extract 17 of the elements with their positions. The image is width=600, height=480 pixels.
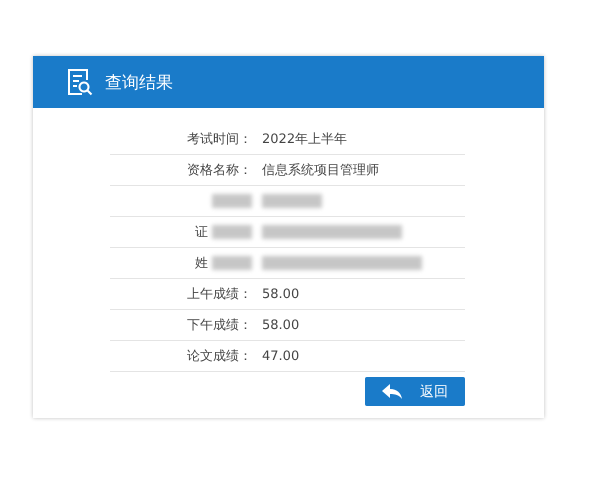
blurred-mark <box>262 194 322 208</box>
back-arrow-icon <box>382 384 402 400</box>
field-label: 资格名称： <box>187 162 252 179</box>
field-label: 考试时间： <box>187 131 252 148</box>
document-search-icon <box>67 68 93 96</box>
field-label: 下午成绩： <box>187 317 252 334</box>
field-value: 58.00 <box>262 318 300 332</box>
field-label: 论文成绩： <box>187 348 252 365</box>
back-button[interactable]: 返回 <box>365 377 465 406</box>
field-label: 上午成绩： <box>187 286 252 303</box>
field-value: 2022年上半年 <box>262 131 348 148</box>
field-label: 证 <box>195 224 208 241</box>
field-value: 信息系统项目管理师 <box>262 162 379 179</box>
page-title: 查询结果 <box>105 72 173 94</box>
field-value: 58.00 <box>262 286 300 302</box>
field-label: 姓 <box>195 255 208 272</box>
field-value: 47.00 <box>262 348 300 364</box>
